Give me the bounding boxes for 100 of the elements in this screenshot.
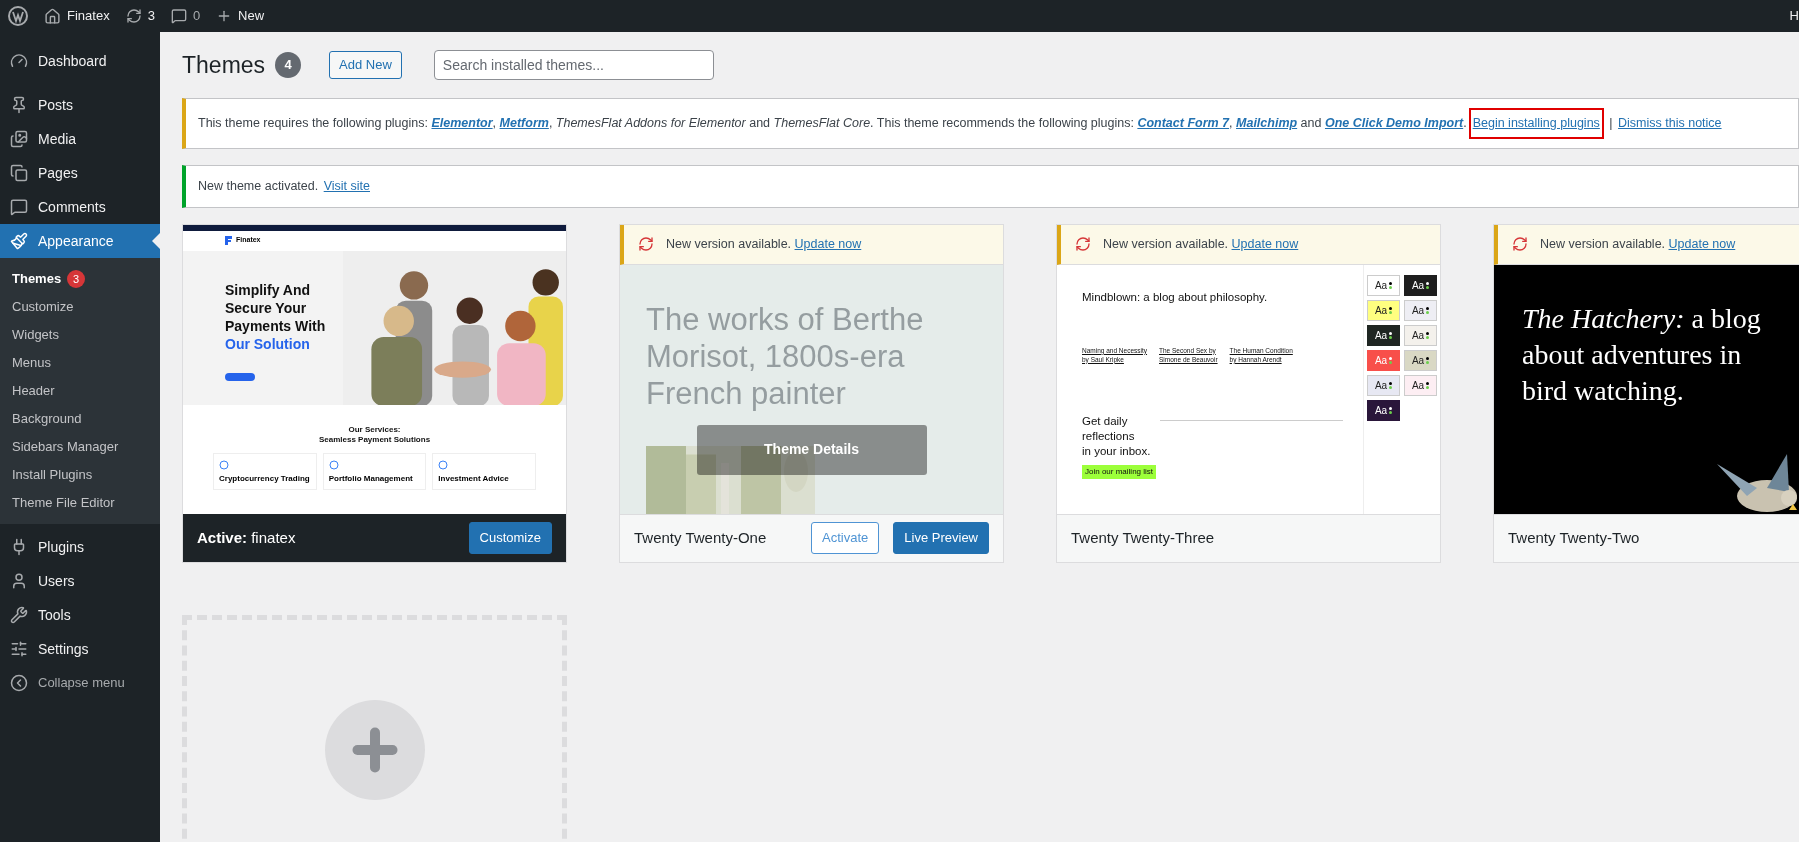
update-link[interactable]: Update now	[1231, 236, 1299, 251]
account-link[interactable]: H	[1789, 6, 1799, 26]
notice-text: This theme requires the following plugins: Elementor, Metform, ThemesFlat Addons for Elementor and ThemesFlat Core. This theme recommends the following plugins: Contact Form 7, Mailchimp and One Click Demo Import. Begin installing plugins | Dismiss this notice	[198, 108, 1786, 139]
theme-count-badge: 4	[275, 52, 302, 78]
style-swatch: Aa	[1367, 299, 1400, 321]
preview-heading: The Hatchery: a blog	[1522, 301, 1761, 336]
preview-heading: bird watching.	[1522, 373, 1684, 408]
submenu-item[interactable]: Header	[0, 377, 160, 405]
service-icon	[328, 459, 339, 470]
menu-item[interactable]: Settings	[0, 632, 160, 666]
theme-name: Active: finatex	[196, 527, 297, 548]
theme-card[interactable]: New version available. Update now The Hatchery: a blog about adventures in bird watching. Twenty Twenty-Two	[1493, 223, 1799, 563]
refresh-icon	[1512, 236, 1528, 252]
search-field[interactable]: Search installed themes...	[433, 50, 714, 80]
menu-item[interactable]: Users	[0, 564, 160, 598]
service-icon	[438, 459, 449, 470]
newsletter-heading: Get daily reflections in your inbox.	[1082, 413, 1151, 459]
style-swatch: Aa	[1404, 274, 1437, 296]
section-heading: Our Services:	[348, 424, 401, 435]
style-swatch: Aa	[1404, 374, 1437, 396]
submenu-item[interactable]: Theme File Editor	[0, 489, 160, 517]
notice-link[interactable]: Dismiss this notice	[1616, 112, 1724, 135]
notice-text: New theme activated. Visit site	[198, 174, 1786, 198]
notice-link[interactable]: Begin installing plugins	[1468, 108, 1604, 139]
plugin-link[interactable]: Contact Form 7	[1137, 116, 1230, 130]
theme-name: Twenty Twenty-Two	[1507, 527, 1641, 548]
service-icon	[219, 459, 229, 470]
menu-item[interactable]: Tools	[0, 598, 160, 632]
site-name-link[interactable]: Finatex	[44, 6, 110, 26]
collapse-menu-button[interactable]: Collapse menu	[0, 666, 160, 700]
images-icon	[10, 130, 28, 148]
update-text: New version available. Update now	[1103, 235, 1299, 253]
preview-heading: Morisot, 1800s-era	[646, 337, 905, 375]
pages-icon	[10, 164, 28, 182]
hero-heading: Simplify And	[225, 280, 312, 299]
paintbrush-icon	[10, 232, 28, 250]
style-swatch: Aa	[1367, 274, 1400, 296]
hero-button	[225, 372, 255, 381]
submenu-item[interactable]: Customize	[0, 293, 160, 321]
plugin-link[interactable]: Elementor	[431, 116, 493, 130]
speech-bubble-icon	[10, 198, 28, 216]
menu-item[interactable]: Plugins	[0, 530, 160, 564]
hero-heading: Secure Your	[225, 298, 308, 317]
gauge-icon	[10, 52, 28, 70]
preview-heading: French painter	[646, 374, 846, 412]
speech-bubble-icon	[170, 8, 187, 24]
menu-item[interactable]: Dashboard	[0, 44, 160, 78]
theme-details-button[interactable]: Theme Details	[696, 424, 927, 475]
style-swatch: Aa	[1404, 299, 1437, 321]
theme-card[interactable]	[1056, 223, 1441, 563]
user-icon	[10, 572, 28, 590]
preview-heading: Mindblown: a blog about philosophy.	[1082, 289, 1269, 305]
plugin-link[interactable]: Mailchimp	[1236, 116, 1298, 130]
logo-icon[interactable]	[8, 6, 28, 26]
style-swatch: Aa	[1367, 349, 1400, 371]
style-swatch: Aa	[1367, 374, 1400, 396]
submenu-item[interactable]: Themes 3	[0, 265, 160, 293]
customize-button[interactable]: Customize	[468, 522, 552, 554]
add-new-button[interactable]: Add New	[329, 51, 402, 79]
refresh-icon	[638, 236, 654, 252]
wrench-icon	[10, 606, 28, 624]
notice-link[interactable]: Visit site	[321, 174, 372, 198]
menu-item[interactable]: Appearance	[0, 224, 160, 258]
submenu-item[interactable]: Background	[0, 405, 160, 433]
comments-link[interactable]: 0	[170, 6, 201, 26]
count-badge: 3	[67, 270, 86, 288]
new-content-link[interactable]: New	[216, 6, 265, 26]
refresh-icon	[125, 8, 142, 24]
menu-item[interactable]: Pages	[0, 156, 160, 190]
logo-icon	[225, 236, 232, 245]
style-swatch: Aa	[1404, 324, 1437, 346]
hero-heading: Payments With	[225, 316, 327, 335]
update-link[interactable]: Update now	[794, 236, 862, 251]
preview-heading: The works of Berthe	[646, 300, 924, 338]
menu-item[interactable]: Media	[0, 122, 160, 156]
section-heading: Seamless Payment Solutions	[318, 434, 431, 445]
style-swatch: Aa	[1404, 349, 1437, 371]
live-preview-button[interactable]: Live Preview	[893, 522, 989, 554]
update-text: New version available. Update now	[1540, 235, 1736, 253]
page-title: Themes	[182, 50, 266, 80]
theme-card[interactable]: New version available. Update now The works of Berthe Morisot, 1800s-era French painter Theme Details Twenty Twenty-One Activate Live Preview	[619, 223, 1004, 563]
theme-name: Twenty Twenty-One	[633, 527, 768, 548]
menu-item[interactable]: Posts	[0, 88, 160, 122]
style-swatch: Aa	[1367, 399, 1400, 421]
menu-item[interactable]: Comments	[0, 190, 160, 224]
submenu-item[interactable]: Install Plugins	[0, 461, 160, 489]
sliders-icon	[10, 640, 28, 658]
refresh-icon	[1075, 236, 1091, 252]
theme-name: Twenty Twenty-Three	[1070, 527, 1216, 548]
updates-link[interactable]: 3	[125, 6, 155, 26]
submenu-item[interactable]: Sidebars Manager	[0, 433, 160, 461]
submenu-item[interactable]: Menus	[0, 349, 160, 377]
submenu-item[interactable]: Widgets	[0, 321, 160, 349]
pin-icon	[10, 96, 28, 114]
service-card: Investment Advice	[432, 452, 536, 490]
style-swatch: Aa	[1367, 324, 1400, 346]
update-link[interactable]: Update now	[1668, 236, 1736, 251]
plugin-link[interactable]: Metform	[499, 116, 549, 130]
collapse-icon	[10, 674, 28, 692]
preview-heading: about adventures in	[1522, 337, 1742, 372]
